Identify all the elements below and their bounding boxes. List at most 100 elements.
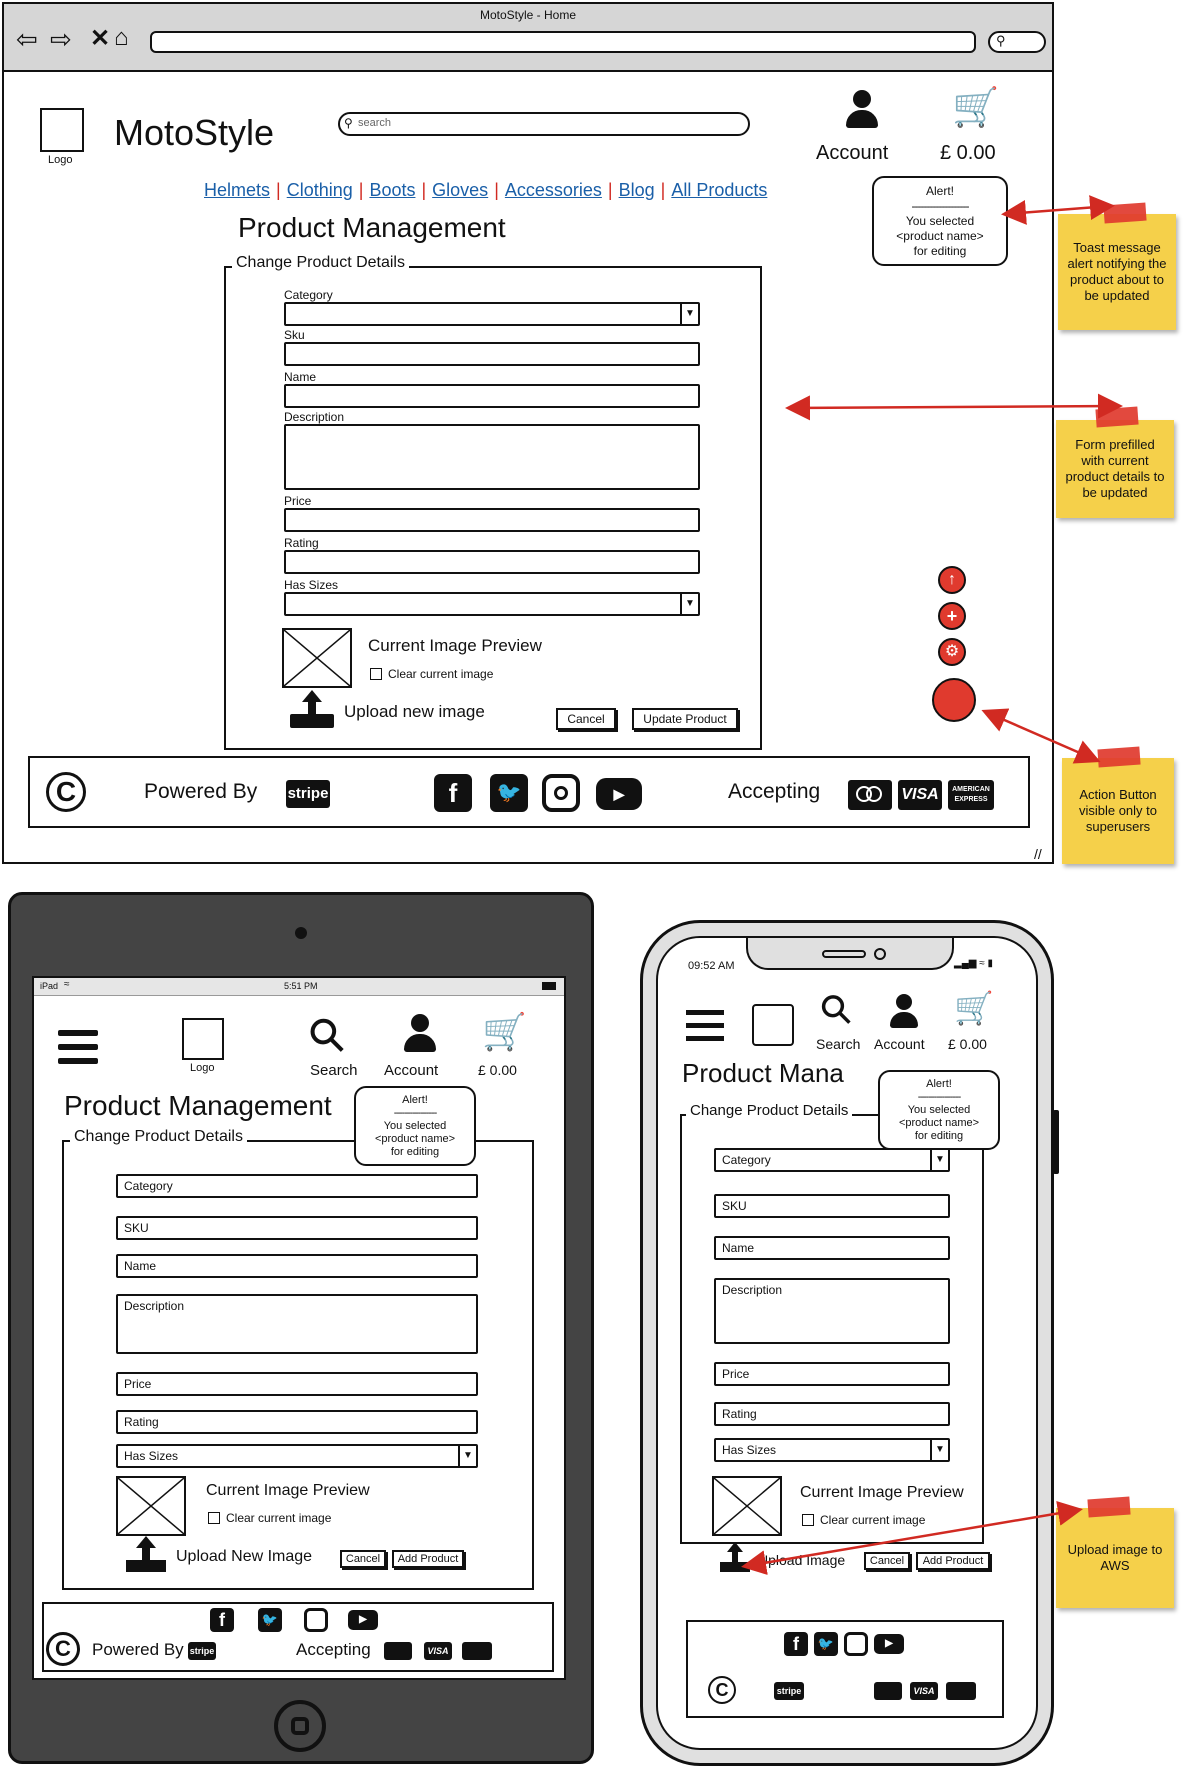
action-button[interactable] [932,678,976,722]
phone-cancel-button[interactable]: Cancel [864,1552,910,1570]
facebook-icon[interactable]: f [434,774,472,812]
browser-search-box[interactable]: ⚲ [988,31,1046,53]
nav-link-clothing[interactable]: Clothing [287,180,353,204]
name-input[interactable] [284,384,700,408]
phone-upload-label[interactable]: Upload Image [758,1552,845,1568]
phone-description-textarea[interactable]: Description [714,1278,950,1344]
tablet-account-label[interactable]: Account [384,1062,438,1079]
phone-has-sizes-select[interactable]: Has Sizes ▼ [714,1438,950,1462]
has-sizes-select[interactable]: ▼ [284,592,700,616]
phone-sku-input[interactable]: SKU [714,1194,950,1218]
phone-hamburger-icon[interactable] [686,1010,724,1042]
home-icon[interactable]: ⌂ [114,25,129,51]
tablet-youtube-icon[interactable]: ▶ [348,1610,378,1630]
close-icon[interactable]: ✕ [90,26,110,52]
tablet-copyright-icon: C [46,1632,80,1666]
tablet-sku-input[interactable]: SKU [116,1216,478,1240]
phone-cart-total[interactable]: £ 0.00 [948,1036,987,1052]
tablet-instagram-icon[interactable] [304,1608,328,1632]
nav-link-gloves[interactable]: Gloves [432,180,488,204]
phone-instagram-icon[interactable] [844,1632,868,1656]
nav-link-blog[interactable]: Blog [619,180,655,204]
signal-icon: ▂▄▆ ≈ ▮ [954,958,994,969]
phone-account-label[interactable]: Account [874,1036,925,1052]
tablet-account-icon[interactable] [404,1014,436,1058]
cart-total[interactable]: £ 0.00 [940,142,996,165]
category-select[interactable]: ▼ [284,302,700,326]
phone-facebook-icon[interactable]: f [784,1632,808,1656]
account-icon[interactable] [846,90,878,134]
phone-description-text: Description [722,1283,783,1297]
price-input[interactable] [284,508,700,532]
tablet-facebook-icon[interactable]: f [210,1608,234,1632]
upload-label[interactable]: Upload new image [344,702,485,722]
search-input[interactable]: ⚲ search [338,112,750,136]
address-bar[interactable] [150,31,976,53]
note-toast-text: Toast message alert notifying the produc… [1067,239,1167,304]
tablet-cart-total[interactable]: £ 0.00 [478,1062,517,1078]
phone-clear-checkbox[interactable] [802,1514,814,1526]
phone-account-icon[interactable] [890,994,918,1032]
tablet-cancel-button[interactable]: Cancel [340,1550,386,1568]
has-sizes-label: Has Sizes [284,578,339,592]
tablet-has-sizes-select[interactable]: Has Sizes ▼ [116,1444,478,1468]
youtube-icon[interactable]: ▶ [596,778,642,810]
forward-icon[interactable]: ⇨ [50,26,72,52]
tablet-cart-icon[interactable]: 🛒 [482,1012,527,1052]
tablet-rating-input[interactable]: Rating [116,1410,478,1434]
brand-name[interactable]: MotoStyle [114,112,274,154]
phone-has-sizes-text: Has Sizes [722,1443,777,1457]
phone-add-product-button[interactable]: Add Product [916,1552,990,1570]
nav-link-accessories[interactable]: Accessories [505,180,602,204]
resize-grip-icon[interactable]: // [1034,846,1042,862]
description-textarea[interactable] [284,424,700,490]
phone-twitter-icon[interactable]: 🐦 [814,1632,838,1656]
rating-input[interactable] [284,550,700,574]
search-icon: ⚲ [344,116,353,130]
tablet-description-textarea[interactable]: Description [116,1294,478,1354]
tablet-logo[interactable] [182,1018,224,1060]
phone-category-select[interactable]: Category ▼ [714,1148,950,1172]
update-product-button[interactable]: Update Product [632,708,738,730]
tablet-upload-label[interactable]: Upload New Image [176,1548,312,1566]
cancel-button[interactable]: Cancel [556,708,616,730]
phone-cart-icon[interactable]: 🛒 [954,990,994,1026]
add-product-icon[interactable]: + [938,602,966,630]
tablet-price-input[interactable]: Price [116,1372,478,1396]
back-icon[interactable]: ⇦ [16,26,38,52]
note-form-text: Form prefilled with current product deta… [1065,436,1165,501]
nav-link-helmets[interactable]: Helmets [204,180,270,204]
phone-name-input[interactable]: Name [714,1236,950,1260]
chevron-down-icon: ▼ [930,1150,948,1170]
gear-icon[interactable]: ⚙ [938,638,966,666]
tablet-twitter-icon[interactable]: 🐦 [258,1608,282,1632]
nav-link-boots[interactable]: Boots [369,180,415,204]
nav-link-all-products[interactable]: All Products [671,180,767,204]
upload-icon[interactable] [290,690,334,730]
cart-icon[interactable]: 🛒 [952,88,999,128]
tablet-add-product-button[interactable]: Add Product [392,1550,464,1568]
phone-youtube-icon[interactable]: ▶ [874,1634,904,1654]
phone-logo[interactable] [752,1004,794,1046]
phone-rating-input[interactable]: Rating [714,1402,950,1426]
phone-screen: 09:52 AM ▂▄▆ ≈ ▮ ⚲ Search Account 🛒 £ 0.… [656,936,1038,1750]
tablet-clear-checkbox[interactable] [208,1512,220,1524]
clear-image-checkbox[interactable] [370,668,382,680]
tablet-search-label[interactable]: Search [310,1062,358,1079]
logo-placeholder[interactable] [40,108,84,152]
instagram-icon[interactable] [542,774,580,812]
hamburger-menu-icon[interactable] [58,1030,98,1064]
phone-upload-icon[interactable] [720,1542,750,1572]
tablet-category-select[interactable]: Category [116,1174,478,1198]
phone-search-label[interactable]: Search [816,1036,860,1052]
tablet-name-input[interactable]: Name [116,1254,478,1278]
scroll-top-icon[interactable]: ↑ [938,566,966,594]
tablet-upload-icon[interactable] [126,1536,166,1574]
tablet-search-icon[interactable]: ⚲ [297,1005,358,1066]
sku-input[interactable] [284,342,700,366]
tablet-home-button[interactable] [274,1700,326,1752]
twitter-icon[interactable]: 🐦 [490,774,528,812]
account-label[interactable]: Account [816,142,888,165]
phone-search-icon[interactable]: ⚲ [811,984,863,1036]
phone-price-input[interactable]: Price [714,1362,950,1386]
